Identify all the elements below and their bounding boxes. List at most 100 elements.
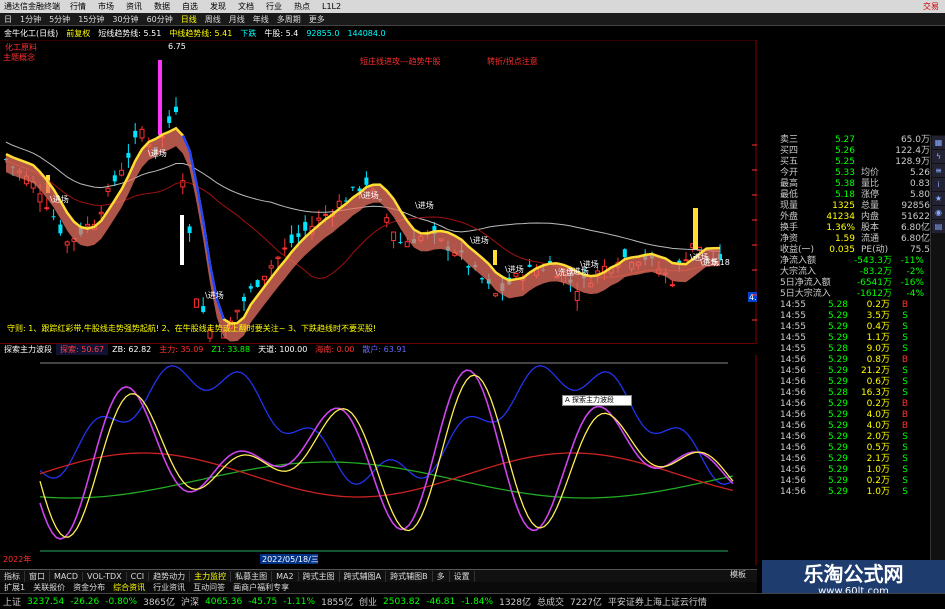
grid-icon[interactable]: ▤ xyxy=(932,220,945,233)
period-day-icon[interactable]: 日 xyxy=(0,14,16,25)
tab-main-monitor[interactable]: 主力监控 xyxy=(190,570,232,582)
candle xyxy=(105,183,111,197)
tab-cross-sub-a[interactable]: 跨式辅图A xyxy=(340,570,387,582)
menu-item-hot[interactable]: 热点 xyxy=(288,1,316,12)
menu-item-quotes[interactable]: 行情 xyxy=(64,1,92,12)
bottom-tab-industry-news[interactable]: 行业资讯 xyxy=(149,582,189,593)
bottom-tab-news[interactable]: 综合资讯 xyxy=(109,582,149,593)
quote-row: 收益(一) 0.035 PE(动) 75.5 xyxy=(780,245,930,255)
bottom-tab-related[interactable]: 关联报价 xyxy=(29,582,69,593)
tick-row: 14:56 5.29 0.8万 B xyxy=(780,355,908,365)
entry-label: \进场 xyxy=(205,291,224,300)
menu-item-market[interactable]: 市场 xyxy=(92,1,120,12)
star-icon[interactable]: ★ xyxy=(932,192,945,205)
entry-label: \进场 xyxy=(700,258,719,267)
tick-row: 14:56 5.29 1.0万 S xyxy=(780,465,908,475)
template-button[interactable]: 模板 xyxy=(730,569,760,582)
status-item: 3237.54 xyxy=(27,596,65,607)
indicator-tooltip: A 探索主力波段 xyxy=(562,395,632,406)
status-item: 1855亿 xyxy=(321,598,353,608)
indicator-name[interactable]: 探索主力波段 xyxy=(0,344,56,355)
period-multi[interactable]: 多周期 xyxy=(273,14,305,25)
tab-more[interactable]: 多 xyxy=(433,570,450,582)
bottom-tab-ext[interactable]: 扩展1 xyxy=(0,582,29,593)
flow-row: 大宗流入 -83.2万 -2% xyxy=(780,267,924,277)
yellow-candle xyxy=(693,208,698,250)
menu-bar: 通达信金融终端 行情 市场 资讯 数据 自选 发现 文档 行业 热点 L1L2 … xyxy=(0,0,945,13)
candle xyxy=(167,110,172,128)
period-15min[interactable]: 15分钟 xyxy=(74,14,108,25)
menu-item-news[interactable]: 资讯 xyxy=(120,1,148,12)
tab-vol[interactable]: VOL-TDX xyxy=(83,571,127,581)
period-1min[interactable]: 1分钟 xyxy=(16,14,45,25)
candle xyxy=(242,293,246,311)
index-status-bar: 上证 3237.54 -26.26 -0.80% 3865亿 沪深 4065.36 -45.7… xyxy=(0,593,945,609)
tick-row: 14:56 5.28 16.3万 S xyxy=(780,388,908,398)
candle xyxy=(126,143,131,168)
candle xyxy=(58,219,63,236)
list-icon[interactable]: ≡ xyxy=(932,164,945,177)
tab-cross-main[interactable]: 跨式主图 xyxy=(299,570,340,582)
period-5min[interactable]: 5分钟 xyxy=(45,14,74,25)
period-monthly[interactable]: 月线 xyxy=(225,14,249,25)
volume-value-1: 92855.0 xyxy=(306,29,340,38)
menu-item-discover[interactable]: 发现 xyxy=(204,1,232,12)
info-icon[interactable]: i xyxy=(932,178,945,191)
candle xyxy=(282,238,288,256)
stock-name: 金牛化工(日线) xyxy=(4,29,59,38)
chart-icon[interactable]: ▦ xyxy=(932,136,945,149)
menu-item-watchlist[interactable]: 自选 xyxy=(176,1,204,12)
status-item: 沪深 xyxy=(181,598,200,608)
high-price-label: 6.75 xyxy=(168,42,186,51)
quote-row: 净资 1.59 流通 6.80亿 xyxy=(780,234,930,244)
flash-icon[interactable]: ϟ xyxy=(932,150,945,163)
side-icon-strip: ▦ ϟ ≡ i ★ ◉ ▤ xyxy=(930,135,945,580)
indicator-value-1: 探索: 50.67 xyxy=(56,344,109,355)
adjust-mode[interactable]: 前复权 xyxy=(62,28,94,39)
bottom-tab-bar: 扩展1 关联报价 资金分布 综合资讯 行业资讯 互动问答 画商户福利专享 xyxy=(0,582,757,593)
tick-row: 14:56 5.29 0.6万 S xyxy=(780,377,908,387)
period-yearly[interactable]: 年线 xyxy=(249,14,273,25)
period-weekly[interactable]: 周线 xyxy=(201,14,225,25)
tab-trend-power[interactable]: 趋势动力 xyxy=(149,570,191,582)
indicator-value-7: 散户: 63.91 xyxy=(362,345,407,354)
menu-item-docs[interactable]: 文档 xyxy=(232,1,260,12)
candle xyxy=(683,251,689,262)
bull-value: 牛股: 5.4 xyxy=(264,29,299,38)
tick-row: 14:56 5.29 4.0万 B xyxy=(780,410,908,420)
tab-cross-sub-b[interactable]: 跨式辅图B xyxy=(386,570,433,582)
period-60min[interactable]: 60分钟 xyxy=(143,14,177,25)
candle xyxy=(119,162,125,177)
tick-row: 14:55 5.29 3.5万 S xyxy=(780,311,908,321)
tab-private-main[interactable]: 私募主图 xyxy=(231,570,273,582)
bottom-tab-funds[interactable]: 资金分布 xyxy=(69,582,109,593)
tick-row: 14:55 5.28 0.2万 B xyxy=(780,300,908,310)
period-more[interactable]: 更多 xyxy=(305,14,329,25)
status-item: 4065.36 xyxy=(205,596,243,607)
status-item: -26.26 xyxy=(70,596,100,607)
quote-row: 买五 5.25 128.9万 xyxy=(780,157,930,167)
tab-indicator[interactable]: 指标 xyxy=(0,570,25,582)
oscillator-chart[interactable]: 102.0090.0080.0070.0060.0050.0040.0030.0… xyxy=(0,355,757,565)
bottom-tab-qa[interactable]: 互动问答 xyxy=(189,582,229,593)
tab-window[interactable]: 窗口 xyxy=(25,570,50,582)
menu-item-l1l2[interactable]: L1L2 xyxy=(316,2,347,11)
status-item: -46.81 xyxy=(426,596,456,607)
annotation-mid: 短庄线进攻---趋势牛股 xyxy=(360,56,441,66)
year-label: 2022年 xyxy=(3,554,31,564)
limit-up-candle xyxy=(158,60,162,135)
tab-settings[interactable]: 设置 xyxy=(450,570,475,582)
tab-ma2[interactable]: MA2 xyxy=(272,571,299,581)
candlestick-chart[interactable]: 化工原料 主题概念 6.75 短庄线进攻---趋势牛股 转折/拐点注意 5.18… xyxy=(0,40,757,342)
period-30min[interactable]: 30分钟 xyxy=(108,14,142,25)
period-daily[interactable]: 日线 xyxy=(177,14,201,25)
bottom-tab-welfare[interactable]: 画商户福利专享 xyxy=(229,582,293,593)
status-item: 平安证券上海上证云行情 xyxy=(607,598,707,608)
trade-button[interactable]: 交易 xyxy=(923,1,945,12)
tab-cci[interactable]: CCI xyxy=(127,571,150,581)
menu-item-industry[interactable]: 行业 xyxy=(260,1,288,12)
tab-macd[interactable]: MACD xyxy=(50,571,83,581)
entry-label: \进场 xyxy=(148,149,167,158)
bell-icon[interactable]: ◉ xyxy=(932,206,945,219)
menu-item-data[interactable]: 数据 xyxy=(148,1,176,12)
